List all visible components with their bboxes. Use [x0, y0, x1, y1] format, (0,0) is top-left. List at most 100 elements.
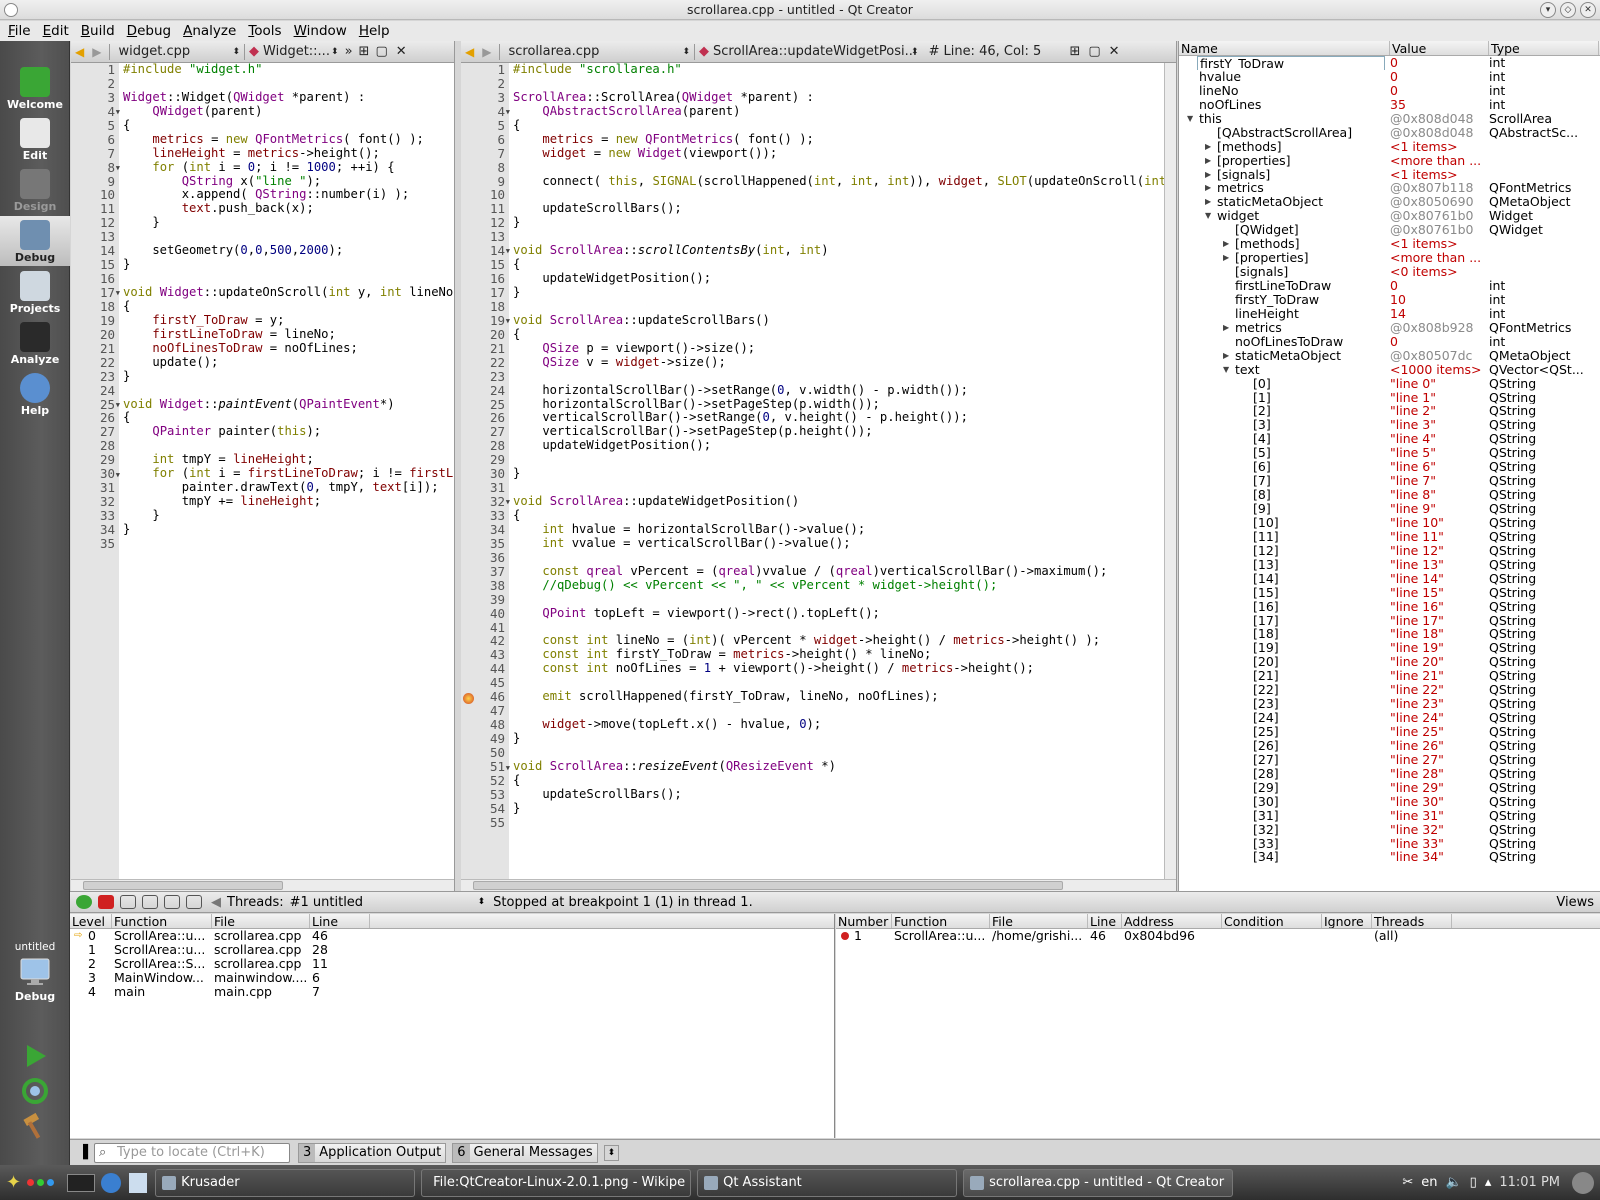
collapsed-arrow-icon[interactable]: ▶ [1205, 168, 1211, 182]
watch-row[interactable]: [25] "line 25" QString [1179, 725, 1600, 739]
build-hammer-icon[interactable] [20, 1111, 50, 1141]
minimize-icon[interactable]: ▾ [1540, 2, 1556, 18]
fold-marker-icon[interactable]: ▼ [506, 317, 510, 325]
watch-row[interactable]: [23] "line 23" QString [1179, 697, 1600, 711]
watch-row[interactable]: [14] "line 14" QString [1179, 572, 1600, 586]
collapsed-arrow-icon[interactable]: ▶ [1223, 349, 1229, 363]
watch-row[interactable]: ▶ metrics @0x808b928 QFontMetrics [1179, 321, 1600, 335]
collapsed-arrow-icon[interactable]: ▶ [1223, 321, 1229, 335]
stack-row[interactable]: 2 ScrollArea::S... scrollarea.cpp 11 [70, 957, 834, 971]
watch-row[interactable]: [30] "line 30" QString [1179, 795, 1600, 809]
fold-marker-icon[interactable]: ▼ [116, 289, 120, 297]
column-header-type[interactable]: Type [1489, 41, 1599, 56]
watch-row[interactable]: [9] "line 9" QString [1179, 502, 1600, 516]
column-header-level[interactable]: Level [70, 914, 112, 928]
watch-row[interactable]: ▼ this @0x808d048 ScrollArea [1179, 112, 1600, 126]
document-icon[interactable] [129, 1172, 148, 1193]
watch-row[interactable]: [15] "line 15" QString [1179, 586, 1600, 600]
collapsed-arrow-icon[interactable]: ▶ [1223, 237, 1229, 251]
pager-icon[interactable] [27, 1179, 61, 1186]
watch-row[interactable]: [34] "line 34" QString [1179, 850, 1600, 864]
watch-row[interactable]: [19] "line 19" QString [1179, 641, 1600, 655]
reverse-direction-icon[interactable]: ◀ [211, 895, 221, 910]
watch-row[interactable]: ▶ [methods] <1 items> [1179, 140, 1600, 154]
watch-row[interactable]: [5] "line 5" QString [1179, 446, 1600, 460]
output-tab-general-messages[interactable]: 6 General Messages [452, 1142, 598, 1163]
language-indicator[interactable]: en [1421, 1175, 1437, 1190]
watch-row[interactable]: lineNo 0 int [1179, 84, 1600, 98]
watch-row[interactable]: [22] "line 22" QString [1179, 683, 1600, 697]
watch-row[interactable]: [29] "line 29" QString [1179, 781, 1600, 795]
browser-icon[interactable] [101, 1172, 122, 1193]
fold-marker-icon[interactable]: ▼ [116, 401, 120, 409]
menu-help[interactable]: Help [359, 23, 390, 39]
left-symbol-combo[interactable]: Widget::... [259, 44, 331, 59]
maximize-icon[interactable]: ◇ [1560, 2, 1576, 18]
collapsed-arrow-icon[interactable]: ▶ [1223, 251, 1229, 265]
debug-run-icon[interactable] [20, 1076, 50, 1106]
watch-row[interactable]: [QWidget] @0x80761b0 QWidget [1179, 223, 1600, 237]
operate-by-instruction-icon[interactable] [186, 895, 202, 909]
menu-file[interactable]: File [8, 23, 31, 39]
user-icon[interactable] [1572, 1171, 1594, 1194]
locator-input[interactable]: ⌕ Type to locate (Ctrl+K) [94, 1142, 290, 1163]
watch-row[interactable]: [13] "line 13" QString [1179, 558, 1600, 572]
menu-edit[interactable]: Edit [43, 23, 69, 39]
watch-row[interactable]: [31] "line 31" QString [1179, 809, 1600, 823]
watch-row[interactable]: firstY_ToDraw 10 int [1179, 293, 1600, 307]
stack-row[interactable]: 3 MainWindow... mainwindow.... 6 [70, 971, 834, 985]
watch-row[interactable]: [26] "line 26" QString [1179, 739, 1600, 753]
collapsed-arrow-icon[interactable]: ▶ [1205, 181, 1211, 195]
close-icon[interactable]: ✕ [1580, 2, 1596, 18]
column-header-line[interactable]: Line [1088, 914, 1122, 928]
horizontal-scrollbar[interactable] [461, 879, 1176, 891]
right-symbol-combo[interactable]: ScrollArea::updateWidgetPosi... [709, 44, 917, 59]
column-header-address[interactable]: Address [1122, 914, 1222, 928]
stack-row[interactable]: 4 main main.cpp 7 [70, 985, 834, 999]
column-header-value[interactable]: Value [1390, 41, 1489, 56]
window-icon[interactable]: ▢ [375, 44, 387, 59]
watch-row[interactable]: [signals] <0 items> [1179, 265, 1600, 279]
fold-marker-icon[interactable]: ▼ [506, 764, 510, 772]
watch-row[interactable]: [24] "line 24" QString [1179, 711, 1600, 725]
watch-row[interactable]: [4] "line 4" QString [1179, 432, 1600, 446]
watch-row[interactable]: [21] "line 21" QString [1179, 669, 1600, 683]
watch-row[interactable]: [10] "line 10" QString [1179, 516, 1600, 530]
close-editor-icon[interactable]: ✕ [396, 44, 407, 59]
close-editor-icon[interactable]: ✕ [1109, 44, 1120, 59]
split-icon[interactable]: ⊞ [359, 44, 370, 59]
mode-welcome[interactable]: Welcome [0, 63, 70, 113]
collapsed-arrow-icon[interactable]: ▶ [1205, 140, 1211, 154]
watch-row[interactable]: [27] "line 27" QString [1179, 753, 1600, 767]
watch-row[interactable]: ▼ widget @0x80761b0 Widget [1179, 209, 1600, 223]
mode-design[interactable]: Design [0, 165, 70, 215]
left-file-combo[interactable]: widget.cpp [114, 44, 232, 59]
watch-row[interactable]: ▶ [properties] <more than ... [1179, 251, 1600, 265]
fold-marker-icon[interactable]: ▼ [506, 247, 510, 255]
watch-row[interactable]: ▶ metrics @0x807b118 QFontMetrics [1179, 181, 1600, 195]
step-into-icon[interactable] [142, 895, 158, 909]
watch-row[interactable]: [12] "line 12" QString [1179, 544, 1600, 558]
menu-analyze[interactable]: Analyze [183, 23, 236, 39]
watch-row[interactable]: [0] "line 0" QString [1179, 377, 1600, 391]
fold-marker-icon[interactable]: ▼ [506, 498, 510, 506]
mode-debug[interactable]: Debug [0, 216, 70, 266]
menu-debug[interactable]: Debug [127, 23, 171, 39]
taskbar-task[interactable]: Krusader [155, 1168, 416, 1197]
battery-icon[interactable]: ▯ [1470, 1175, 1477, 1190]
watch-row[interactable]: [3] "line 3" QString [1179, 418, 1600, 432]
column-header-threads[interactable]: Threads [1372, 914, 1452, 928]
vertical-scrollbar[interactable] [1164, 63, 1176, 879]
watch-row[interactable]: firstY_ToDraw 0 int [1179, 56, 1600, 70]
watch-row[interactable]: noOfLinesToDraw 0 int [1179, 335, 1600, 349]
watch-row[interactable]: [20] "line 20" QString [1179, 655, 1600, 669]
horizontal-scrollbar[interactable] [71, 879, 454, 891]
watch-row[interactable]: [8] "line 8" QString [1179, 488, 1600, 502]
taskbar-task[interactable]: File:QtCreator-Linux-2.0.1.png - Wikipe [421, 1168, 692, 1197]
fold-marker-icon[interactable]: ▼ [116, 108, 120, 116]
watch-row[interactable]: [17] "line 17" QString [1179, 614, 1600, 628]
expanded-arrow-icon[interactable]: ▼ [1187, 112, 1193, 126]
watch-row[interactable]: [33] "line 33" QString [1179, 837, 1600, 851]
fold-marker-icon[interactable]: ▼ [506, 108, 510, 116]
right-file-combo[interactable]: scrollarea.cpp [504, 44, 682, 59]
